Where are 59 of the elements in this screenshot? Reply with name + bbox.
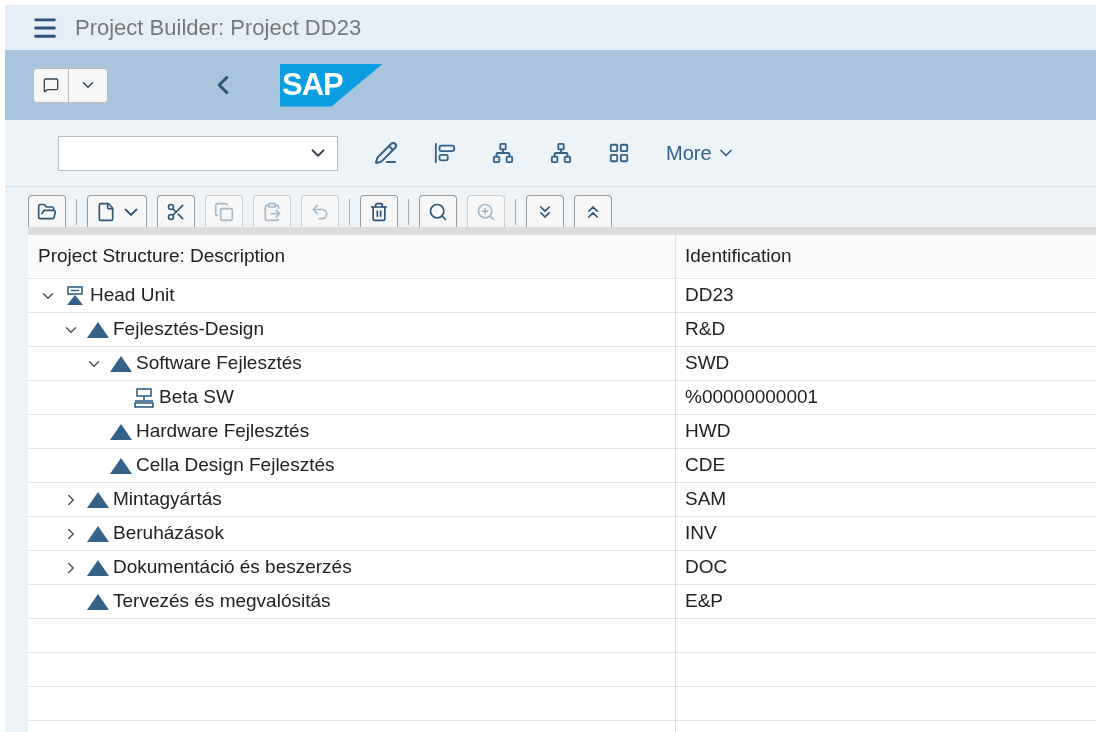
message-icon — [43, 77, 59, 93]
triangle-icon — [109, 422, 133, 441]
trash-icon — [369, 201, 389, 222]
tree-cell[interactable]: Fejlesztés-Design — [113, 315, 264, 344]
bar-list-icon[interactable] — [434, 142, 456, 164]
file-icon — [96, 201, 116, 222]
triangle-icon — [86, 592, 110, 611]
table-cell-text: HWD — [684, 419, 732, 444]
table-cell-text: CDE — [684, 453, 727, 478]
triangle-icon — [86, 524, 110, 543]
copy-icon — [214, 201, 234, 222]
tree-cell[interactable]: Cella Design Fejlesztés — [136, 451, 335, 480]
table-cell-text: DD23 — [684, 283, 735, 308]
sap-logo: SAP — [280, 63, 383, 107]
tool-button[interactable] — [157, 195, 195, 227]
hourglass-icon — [66, 285, 84, 306]
tool-button[interactable] — [419, 195, 457, 227]
folder-open-icon — [37, 201, 57, 222]
table-cell-text: SWD — [684, 351, 731, 376]
grid-icon[interactable] — [608, 142, 630, 164]
table-cell-text: DOC — [684, 555, 729, 580]
tool-button[interactable] — [87, 195, 147, 227]
triangle-icon — [86, 490, 110, 509]
edit-icon[interactable] — [374, 141, 398, 165]
network-icon — [134, 387, 154, 408]
tool-button[interactable] — [574, 195, 612, 227]
triangle-icon — [109, 354, 133, 373]
search-icon — [428, 201, 448, 222]
tree-cell[interactable]: Dokumentáció és beszerzés — [113, 553, 352, 582]
paste-icon — [262, 201, 282, 222]
tree-cell[interactable]: Beta SW — [159, 383, 234, 412]
column-header: Project Structure: Description — [28, 235, 676, 278]
table-cell-text: SAM — [684, 487, 728, 512]
tree-cell[interactable]: Tervezés és megvalósitás — [113, 587, 331, 616]
hierarchy-icon[interactable] — [550, 142, 572, 164]
tree-cell[interactable]: Head Unit — [90, 281, 175, 310]
tree-cell[interactable]: Beruházások — [113, 519, 224, 548]
triangle-icon — [109, 456, 133, 475]
window-title: Project Builder: Project DD23 — [75, 14, 362, 42]
tree-cell[interactable]: Software Fejlesztés — [136, 349, 302, 378]
tool-button[interactable] — [28, 195, 66, 227]
caret-icon — [124, 207, 138, 216]
tree-cell[interactable]: Hardware Fejlesztés — [136, 417, 310, 446]
column-header: Identification — [684, 244, 793, 269]
tool-button[interactable] — [360, 195, 398, 227]
triangle-icon — [86, 320, 110, 339]
more-button[interactable]: More — [666, 138, 736, 168]
zoom-in-icon — [476, 201, 496, 222]
undo-icon — [310, 201, 330, 222]
tree-cell[interactable]: Mintagyártás — [113, 485, 222, 514]
table-cell-text: R&D — [684, 317, 727, 342]
table-cell-text: INV — [684, 521, 718, 546]
scissors-icon — [166, 201, 186, 222]
command-button[interactable] — [33, 67, 108, 103]
tool-button[interactable] — [526, 195, 564, 227]
table-cell-text: %00000000001 — [684, 385, 820, 410]
hierarchy-icon[interactable] — [492, 142, 514, 164]
table-cell-text: E&P — [684, 589, 725, 614]
triangle-icon — [86, 558, 110, 577]
